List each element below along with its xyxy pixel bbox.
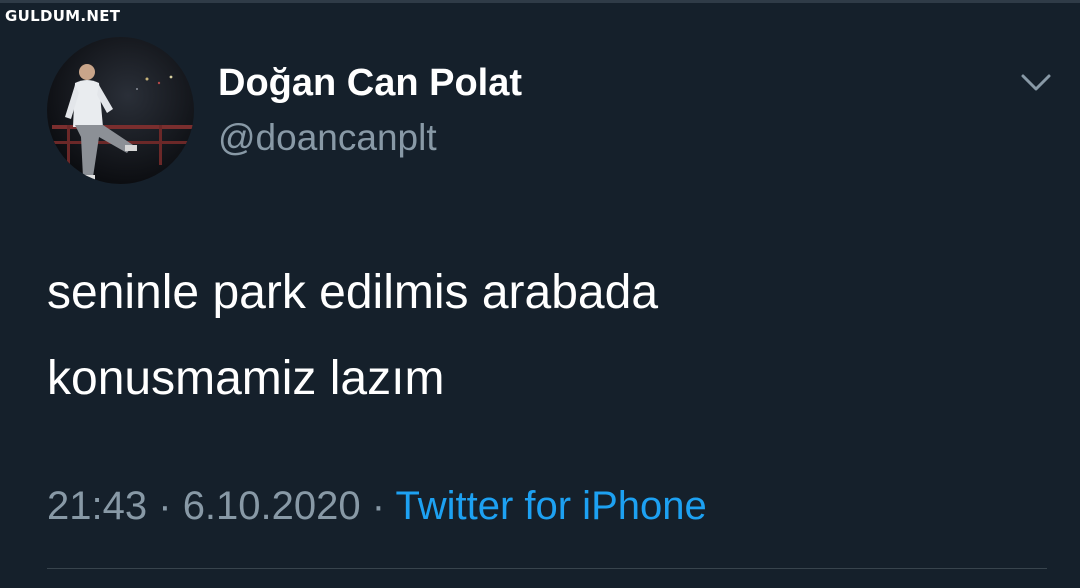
- avatar-photo: [47, 37, 194, 184]
- chevron-down-icon: [1021, 74, 1051, 91]
- tweet-text: seninle park edilmis arabada konusmamiz …: [47, 250, 1027, 422]
- avatar[interactable]: [47, 37, 194, 184]
- top-divider: [0, 0, 1080, 3]
- tweet-text-line: seninle park edilmis arabada: [47, 266, 659, 319]
- tweet-menu-button[interactable]: [1018, 68, 1054, 96]
- tweet-time[interactable]: 21:43: [47, 484, 147, 528]
- meta-separator: ·: [158, 484, 172, 528]
- watermark: GULDUM.NET: [5, 7, 121, 25]
- author-display-name[interactable]: Doğan Can Polat: [218, 60, 522, 106]
- tweet-source-link[interactable]: Twitter for iPhone: [395, 484, 706, 528]
- author-handle[interactable]: @doancanplt: [218, 115, 437, 161]
- meta-separator: ·: [371, 484, 386, 528]
- tweet-meta: 21:43 · 6.10.2020 · Twitter for iPhone: [47, 480, 707, 532]
- bottom-divider: [47, 568, 1047, 569]
- tweet-text-line: konusmamiz lazım: [47, 352, 445, 405]
- tweet-date[interactable]: 6.10.2020: [183, 484, 361, 528]
